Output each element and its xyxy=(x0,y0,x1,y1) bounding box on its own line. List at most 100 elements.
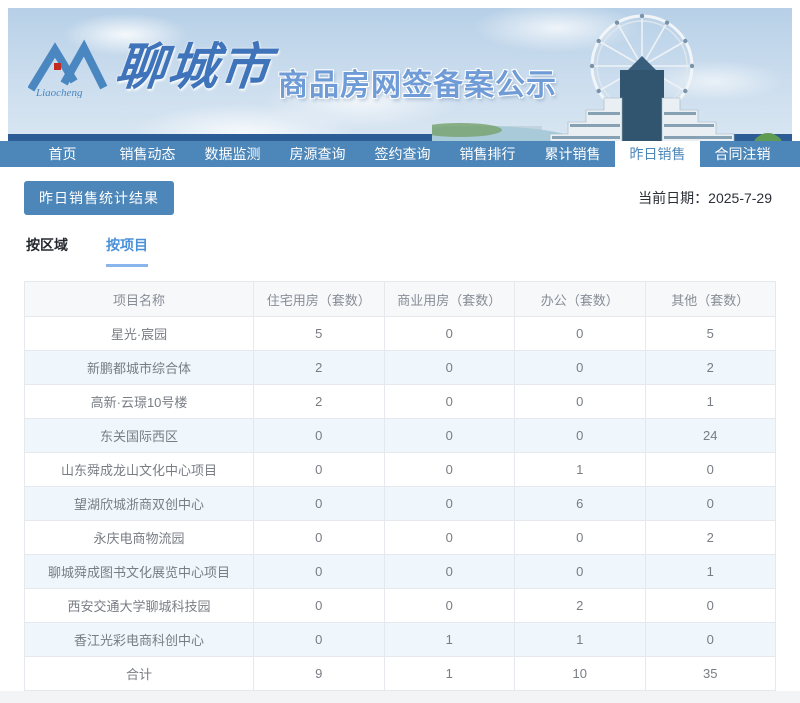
value-cell: 0 xyxy=(383,316,516,352)
table-row: 聊城舜成图书文化展览中心项目 0 0 0 1 xyxy=(23,554,776,590)
project-name-cell: 望湖欣城浙商双创中心 xyxy=(23,486,255,522)
site-banner: Liaocheng 聊城市 商品房网签备案公示 xyxy=(8,8,792,141)
page: Liaocheng 聊城市 商品房网签备案公示 首页 销售动态 数据监测 房源查询 签约… xyxy=(0,0,800,703)
value-cell: 0 xyxy=(383,520,516,556)
nav-item[interactable]: 签约查询 xyxy=(360,141,445,168)
value-cell: 0 xyxy=(253,418,385,454)
main-content: 昨日销售统计结果 当前日期：2025-7-29 按区域 按项目 项目名称 住宅用… xyxy=(0,167,800,692)
value-cell: 0 xyxy=(514,418,646,454)
site-brand: Liaocheng 聊城市 商品房网签备案公示 xyxy=(28,36,557,104)
city-building-illustration xyxy=(549,56,735,141)
value-cell: 0 xyxy=(644,622,776,658)
value-cell: 0 xyxy=(514,520,646,556)
value-cell: 1 xyxy=(514,622,646,658)
current-date-label: 当前日期： xyxy=(638,190,709,207)
value-cell: 0 xyxy=(644,486,776,522)
project-name-cell: 山东舜成龙山文化中心项目 xyxy=(23,452,255,488)
table-row: 永庆电商物流园 0 0 0 2 xyxy=(23,520,776,556)
value-cell: 0 xyxy=(514,316,646,352)
table-row: 香江光彩电商科创中心 0 1 1 0 xyxy=(23,622,776,658)
current-date-value: 2025-7-29 xyxy=(708,190,772,207)
project-name-cell: 香江光彩电商科创中心 xyxy=(23,622,255,658)
value-cell: 0 xyxy=(253,554,385,590)
table-row: 高新·云璟10号楼 2 0 0 1 xyxy=(23,384,776,420)
value-cell: 0 xyxy=(253,588,385,624)
col-header-commercial: 商业用房（套数） xyxy=(383,281,516,318)
table-row: 西安交通大学聊城科技园 0 0 2 0 xyxy=(23,588,776,624)
value-cell: 1 xyxy=(514,452,646,488)
value-cell: 9 xyxy=(253,656,385,692)
value-cell: 2 xyxy=(253,384,385,420)
logo-text: Liaocheng xyxy=(35,87,83,98)
nav-item[interactable]: 销售排行 xyxy=(445,141,530,168)
value-cell: 0 xyxy=(253,452,385,488)
value-cell: 0 xyxy=(383,384,516,420)
nav-item[interactable]: 数据监测 xyxy=(190,141,275,168)
sales-table: 项目名称 住宅用房（套数） 商业用房（套数） 办公（套数） 其他（套数） 星光·… xyxy=(23,281,776,692)
nav-item[interactable]: 昨日销售 xyxy=(615,140,700,168)
value-cell: 0 xyxy=(514,554,646,590)
value-cell: 24 xyxy=(644,418,776,454)
city-name: 聊城市 xyxy=(113,39,275,95)
value-cell: 2 xyxy=(644,520,776,556)
value-cell: 0 xyxy=(383,588,516,624)
col-header-office: 办公（套数） xyxy=(514,281,646,318)
table-row: 望湖欣城浙商双创中心 0 0 6 0 xyxy=(23,486,776,522)
table-row: 星光·宸园 5 0 0 5 xyxy=(23,316,776,352)
value-cell: 5 xyxy=(644,316,776,352)
value-cell: 0 xyxy=(383,418,516,454)
project-name-cell: 合计 xyxy=(23,656,255,692)
project-name-cell: 星光·宸园 xyxy=(23,316,255,352)
value-cell: 0 xyxy=(383,554,516,590)
project-name-cell: 东关国际西区 xyxy=(23,418,255,454)
table-row: 山东舜成龙山文化中心项目 0 0 1 0 xyxy=(23,452,776,488)
nav-item[interactable]: 首页 xyxy=(20,141,105,168)
value-cell: 1 xyxy=(644,384,776,420)
value-cell: 0 xyxy=(253,622,385,658)
col-header-residential: 住宅用房（套数） xyxy=(253,281,385,318)
value-cell: 0 xyxy=(253,486,385,522)
nav-item[interactable]: 合同注销 xyxy=(700,141,785,168)
value-cell: 1 xyxy=(644,554,776,590)
subtab-by-project[interactable]: 按项目 xyxy=(106,235,148,268)
main-nav: 首页 销售动态 数据监测 房源查询 签约查询 销售排行 累计销售 昨日销售 合同注销 xyxy=(0,140,800,168)
yesterday-sales-stats-button[interactable]: 昨日销售统计结果 xyxy=(24,181,174,216)
current-date: 当前日期：2025-7-29 xyxy=(638,188,776,208)
project-name-cell: 聊城舜成图书文化展览中心项目 xyxy=(23,554,255,590)
project-name-cell: 永庆电商物流园 xyxy=(23,520,255,556)
value-cell: 2 xyxy=(644,350,776,386)
project-name-cell: 新鹏都城市综合体 xyxy=(23,350,255,386)
nav-item[interactable]: 累计销售 xyxy=(530,141,615,168)
project-name-cell: 高新·云璟10号楼 xyxy=(23,384,255,420)
subtab-by-region[interactable]: 按区域 xyxy=(26,235,68,267)
value-cell: 0 xyxy=(383,486,516,522)
value-cell: 1 xyxy=(383,656,516,692)
sales-table-header: 项目名称 住宅用房（套数） 商业用房（套数） 办公（套数） 其他（套数） xyxy=(23,281,776,318)
logo-mountain-icon: Liaocheng xyxy=(28,39,108,98)
value-cell: 35 xyxy=(644,656,776,692)
value-cell: 5 xyxy=(253,316,385,352)
col-header-project-name: 项目名称 xyxy=(23,281,255,318)
value-cell: 6 xyxy=(514,486,646,522)
value-cell: 0 xyxy=(383,452,516,488)
table-body: 星光·宸园 5 0 0 5 新鹏都城市综合体 2 0 0 2 高新·云璟10号楼… xyxy=(23,316,776,692)
logo-red-square xyxy=(54,63,61,70)
nav-item[interactable]: 销售动态 xyxy=(105,141,190,168)
table-row: 东关国际西区 0 0 0 24 xyxy=(23,418,776,454)
nav-item[interactable]: 房源查询 xyxy=(275,141,360,168)
col-header-other: 其他（套数） xyxy=(644,281,776,318)
table-row: 合计 9 1 10 35 xyxy=(23,656,776,692)
value-cell: 1 xyxy=(383,622,516,658)
view-subtabs: 按区域 按项目 xyxy=(24,235,776,268)
value-cell: 2 xyxy=(253,350,385,386)
value-cell: 0 xyxy=(644,588,776,624)
value-cell: 0 xyxy=(253,520,385,556)
page-footer xyxy=(0,691,800,703)
value-cell: 2 xyxy=(514,588,646,624)
toolbar: 昨日销售统计结果 当前日期：2025-7-29 xyxy=(24,181,776,216)
value-cell: 0 xyxy=(514,350,646,386)
value-cell: 0 xyxy=(383,350,516,386)
value-cell: 0 xyxy=(514,384,646,420)
value-cell: 10 xyxy=(514,656,646,692)
page-title: 商品房网签备案公示 xyxy=(278,69,557,102)
